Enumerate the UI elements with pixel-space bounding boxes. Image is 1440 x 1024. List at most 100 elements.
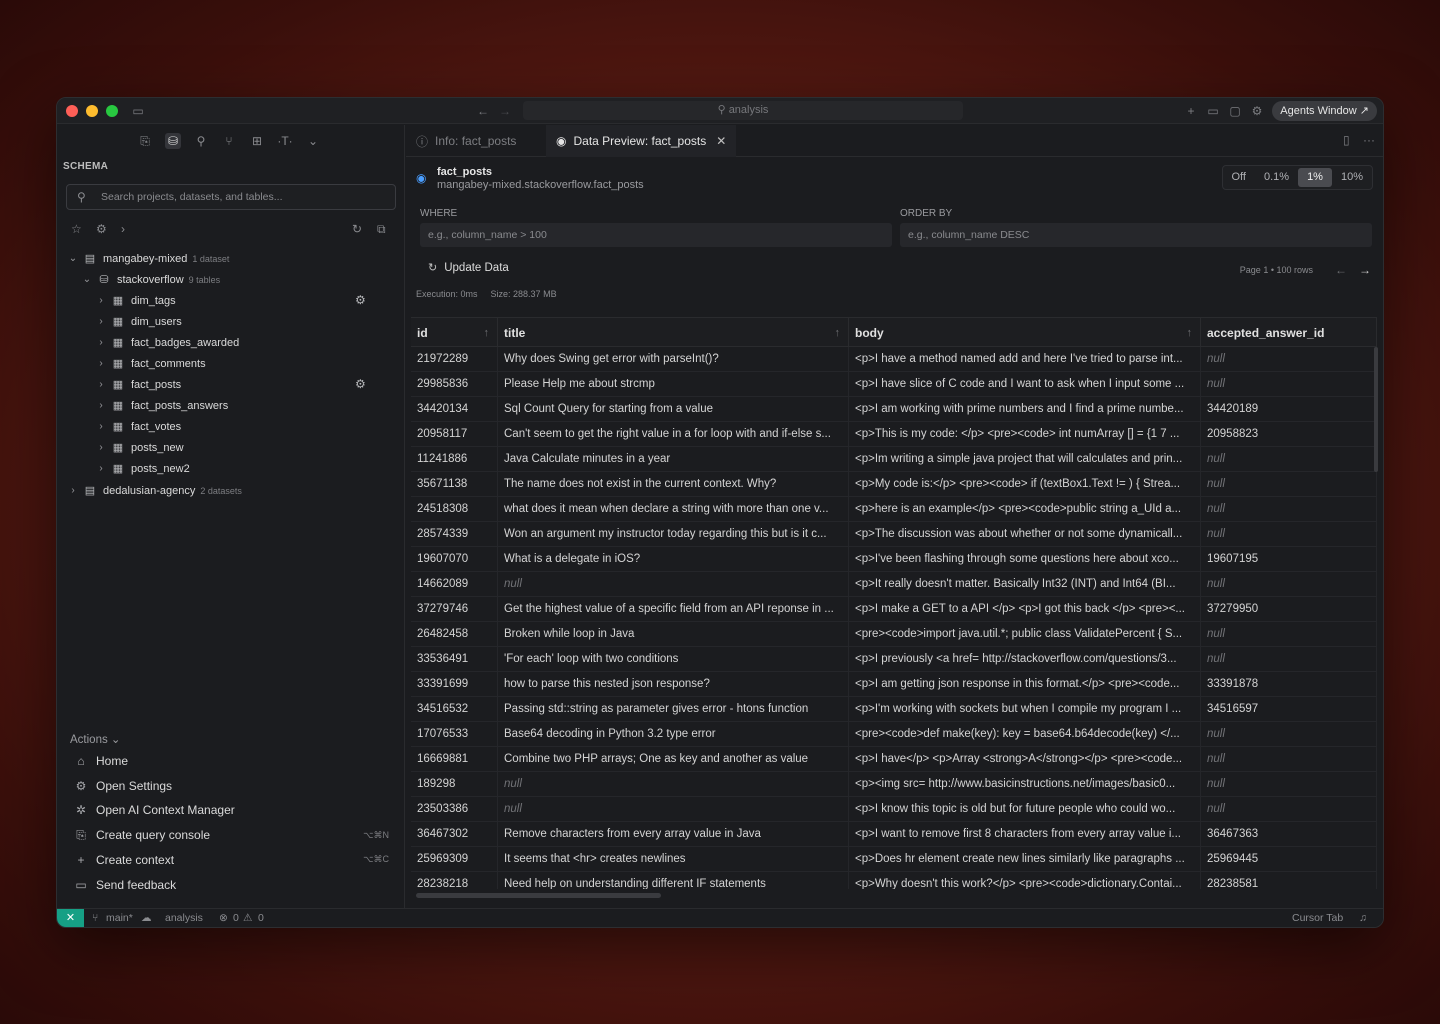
- table-cell[interactable]: 26482458: [411, 622, 498, 647]
- table-row[interactable]: 33536491 'For each' loop with two conditi…: [411, 647, 1377, 672]
- table-cell[interactable]: 24518308: [411, 497, 498, 522]
- forward-arrow-icon[interactable]: →: [497, 103, 513, 119]
- table-row[interactable]: 26482458 Broken while loop in Java <pre><c…: [411, 622, 1377, 647]
- table-cell[interactable]: <p><img src= http://www.basicinstruction…: [849, 772, 1201, 797]
- table-cell[interactable]: null: [1201, 797, 1377, 822]
- close-icon[interactable]: ✕: [716, 134, 726, 148]
- table-cell[interactable]: 35671138: [411, 472, 498, 497]
- table-cell[interactable]: null: [1201, 622, 1377, 647]
- table-cell[interactable]: Broken while loop in Java: [498, 622, 849, 647]
- sort-arrow-icon[interactable]: ↑: [1187, 318, 1193, 348]
- tree-table[interactable]: › ▦ fact_posts_answers: [95, 395, 228, 416]
- minimize-window-button[interactable]: [86, 105, 98, 117]
- table-cell[interactable]: Java Calculate minutes in a year: [498, 447, 849, 472]
- table-cell[interactable]: Sql Count Query for starting from a valu…: [498, 397, 849, 422]
- sample-option[interactable]: 0.1%: [1255, 166, 1298, 189]
- tree-table[interactable]: › ▦ posts_new: [95, 437, 183, 458]
- table-cell[interactable]: <p>here is an example</p> <pre><code>pub…: [849, 497, 1201, 522]
- collapse-all-icon[interactable]: ⧉: [377, 222, 386, 237]
- table-cell[interactable]: What is a delegate in iOS?: [498, 547, 849, 572]
- column-header[interactable]: title ↑: [498, 318, 849, 348]
- table-cell[interactable]: <p>I am getting json response in this fo…: [849, 672, 1201, 697]
- tree-table[interactable]: › ▦ fact_votes: [95, 416, 181, 437]
- where-input[interactable]: [420, 223, 892, 247]
- sample-option[interactable]: 10%: [1332, 166, 1372, 189]
- table-cell[interactable]: 34420134: [411, 397, 498, 422]
- table-cell[interactable]: Need help on understanding different IF …: [498, 872, 849, 889]
- next-page-icon[interactable]: →: [1359, 263, 1371, 277]
- table-cell[interactable]: Please Help me about strcmp: [498, 372, 849, 397]
- table-cell[interactable]: It seems that <hr> creates newlines: [498, 847, 849, 872]
- table-row[interactable]: 37279746 Get the highest value of a speci…: [411, 597, 1377, 622]
- table-cell[interactable]: Why does Swing get error with parseInt()…: [498, 347, 849, 372]
- tree-table[interactable]: › ▦ fact_posts: [95, 374, 181, 395]
- source-control-icon[interactable]: ⑂: [221, 133, 237, 149]
- sort-arrow-icon[interactable]: ↑: [835, 318, 841, 348]
- tab-data-preview[interactable]: ◉ Data Preview: fact_posts ✕: [546, 125, 737, 157]
- table-cell[interactable]: 25969309: [411, 847, 498, 872]
- chevron-down-icon[interactable]: ⌄: [305, 133, 321, 149]
- table-row[interactable]: 16669881 Combine two PHP arrays; One as k…: [411, 747, 1377, 772]
- table-row[interactable]: 17076533 Base64 decoding in Python 3.2 ty…: [411, 722, 1377, 747]
- table-cell[interactable]: <p>I'm working with sockets but when I c…: [849, 697, 1201, 722]
- table-cell[interactable]: 34516597: [1201, 697, 1377, 722]
- layout-icon[interactable]: ▭: [1205, 103, 1221, 119]
- table-cell[interactable]: 29985836: [411, 372, 498, 397]
- chat-icon[interactable]: ▢: [1227, 103, 1243, 119]
- table-row[interactable]: 28238218 Need help on understanding diffe…: [411, 872, 1377, 889]
- table-row[interactable]: 21972289 Why does Swing get error with pa…: [411, 347, 1377, 372]
- table-cell[interactable]: null: [1201, 572, 1377, 597]
- table-cell[interactable]: null: [1201, 372, 1377, 397]
- tree-table[interactable]: › ▦ dim_tags: [95, 290, 175, 311]
- table-cell[interactable]: 23503386: [411, 797, 498, 822]
- table-cell[interactable]: 19607195: [1201, 547, 1377, 572]
- table-cell[interactable]: <p>It really doesn't matter. Basically I…: [849, 572, 1201, 597]
- chevron-right-icon[interactable]: ›: [121, 222, 125, 236]
- action-item[interactable]: + Create context ⌥⌘C: [74, 850, 394, 870]
- table-cell[interactable]: Won an argument my instructor today rega…: [498, 522, 849, 547]
- table-cell[interactable]: 16669881: [411, 747, 498, 772]
- ai-context-icon[interactable]: ⚙: [355, 293, 366, 307]
- table-cell[interactable]: 34516532: [411, 697, 498, 722]
- cursor-tab-label[interactable]: Cursor Tab: [1292, 909, 1343, 927]
- table-cell[interactable]: <p>I know this topic is old but for futu…: [849, 797, 1201, 822]
- tree-project-mangabey-mixed[interactable]: ⌄ ▤ mangabey-mixed 1 dataset: [67, 248, 230, 269]
- tree-project-dedalusian-agency[interactable]: › ▤ dedalusian-agency 2 datasets: [67, 480, 242, 501]
- table-row[interactable]: 36467302 Remove characters from every arr…: [411, 822, 1377, 847]
- table-cell[interactable]: 11241886: [411, 447, 498, 472]
- table-cell[interactable]: <p>Im writing a simple java project that…: [849, 447, 1201, 472]
- table-cell[interactable]: 17076533: [411, 722, 498, 747]
- table-cell[interactable]: <p>I have a method named add and here I'…: [849, 347, 1201, 372]
- prev-page-icon[interactable]: ←: [1335, 263, 1347, 277]
- table-cell[interactable]: <p>The discussion was about whether or n…: [849, 522, 1201, 547]
- table-cell[interactable]: <p>I want to remove first 8 characters f…: [849, 822, 1201, 847]
- table-row[interactable]: 23503386 null <p>I know this topic is old …: [411, 797, 1377, 822]
- table-cell[interactable]: <p>I make a GET to a API </p> <p>I got t…: [849, 597, 1201, 622]
- tree-table[interactable]: › ▦ posts_new2: [95, 458, 189, 479]
- table-cell[interactable]: Passing std::string as parameter gives e…: [498, 697, 849, 722]
- table-row[interactable]: 20958117 Can't seem to get the right valu…: [411, 422, 1377, 447]
- split-editor-icon[interactable]: ▯: [1343, 133, 1350, 147]
- table-cell[interactable]: null: [1201, 347, 1377, 372]
- update-data-button[interactable]: ↻ Update Data: [428, 261, 509, 275]
- table-cell[interactable]: null: [498, 572, 849, 597]
- order-by-input[interactable]: [900, 223, 1372, 247]
- table-cell[interactable]: 36467302: [411, 822, 498, 847]
- sample-option[interactable]: Off: [1223, 166, 1255, 189]
- action-item[interactable]: ▭ Send feedback: [74, 875, 394, 895]
- table-cell[interactable]: 21972289: [411, 347, 498, 372]
- table-row[interactable]: 19607070 What is a delegate in iOS? <p>I'v…: [411, 547, 1377, 572]
- sample-option[interactable]: 1%: [1298, 168, 1332, 187]
- schema-search[interactable]: ⚲: [66, 184, 396, 210]
- table-cell[interactable]: The name does not exist in the current c…: [498, 472, 849, 497]
- more-icon[interactable]: ···: [1363, 133, 1375, 147]
- format-icon[interactable]: ·T·: [277, 133, 293, 149]
- ai-context-icon[interactable]: ⚙: [355, 377, 366, 391]
- table-cell[interactable]: <p>I am working with prime numbers and I…: [849, 397, 1201, 422]
- table-cell[interactable]: 14662089: [411, 572, 498, 597]
- table-row[interactable]: 11241886 Java Calculate minutes in a year…: [411, 447, 1377, 472]
- tree-dataset-stackoverflow[interactable]: ⌄ ⛁ stackoverflow 9 tables: [81, 269, 220, 290]
- branch-name[interactable]: main*: [106, 909, 133, 927]
- table-cell[interactable]: 19607070: [411, 547, 498, 572]
- table-cell[interactable]: null: [1201, 747, 1377, 772]
